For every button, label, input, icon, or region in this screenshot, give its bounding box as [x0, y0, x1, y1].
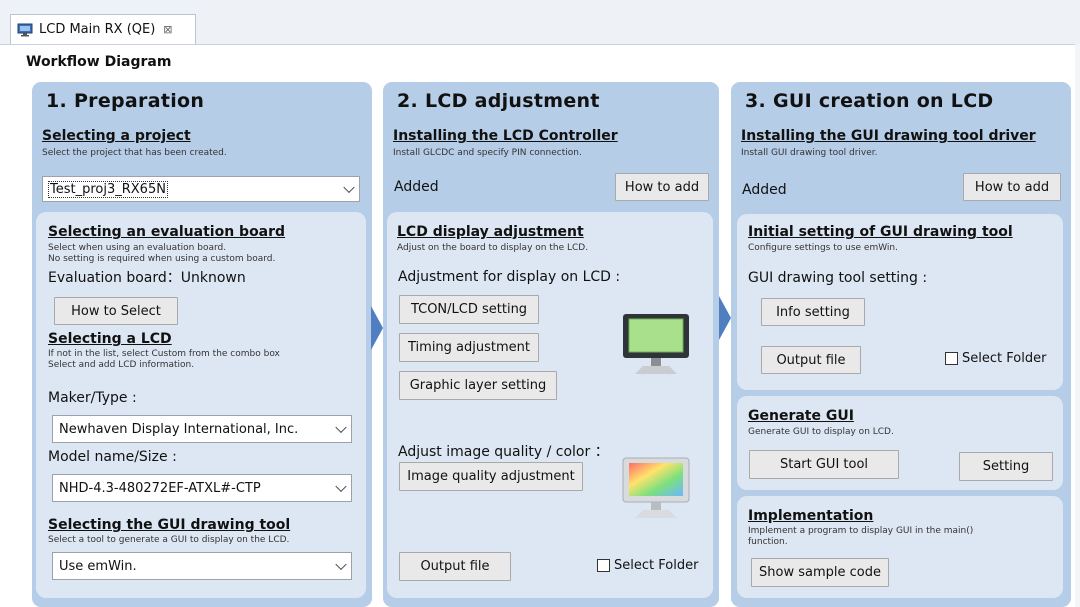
- close-icon[interactable]: ⊠: [163, 23, 172, 36]
- maker-type-label: Maker/Type :: [48, 390, 137, 406]
- desc-implementation-1: Implement a program to display GUI in th…: [748, 526, 974, 536]
- lcd-monitor-icon: [623, 314, 689, 374]
- panel-preparation: 1. Preparation Selecting a project Selec…: [32, 82, 372, 607]
- timing-adjustment-button[interactable]: Timing adjustment: [399, 333, 539, 362]
- gui-tool-combo[interactable]: Use emWin.: [52, 552, 352, 580]
- chevron-down-icon: [335, 558, 347, 571]
- generate-gui-box: Generate GUI Generate GUI to display on …: [737, 396, 1063, 490]
- model-size-combo[interactable]: NHD-4.3-480272EF-ATXL#-CTP: [52, 474, 352, 502]
- panel-title-lcd-adjustment: 2. LCD adjustment: [397, 90, 600, 112]
- select-folder-checkbox[interactable]: Select Folder: [945, 351, 1046, 366]
- checkbox-box: [597, 559, 610, 572]
- gui-tool-setting-label: GUI drawing tool setting :: [748, 270, 928, 286]
- desc-selecting-project: Select the project that has been created…: [42, 148, 227, 158]
- output-file-button[interactable]: Output file: [399, 552, 511, 581]
- setting-button[interactable]: Setting: [959, 452, 1053, 481]
- model-size-label: Model name/Size :: [48, 449, 177, 465]
- select-folder-label: Select Folder: [614, 558, 699, 573]
- model-size-value: NHD-4.3-480272EF-ATXL#-CTP: [59, 480, 261, 496]
- board-status-label: Evaluation board：: [48, 270, 181, 286]
- desc-lcd-2: Select and add LCD information.: [48, 360, 195, 370]
- project-combo[interactable]: Test_proj3_RX65N: [42, 176, 360, 202]
- panel-title-preparation: 1. Preparation: [46, 90, 205, 112]
- select-folder-label: Select Folder: [962, 351, 1047, 366]
- panel-title-gui-creation: 3. GUI creation on LCD: [745, 90, 994, 112]
- tab-lcd-main[interactable]: LCD Main RX (QE) ⊠: [10, 14, 196, 44]
- heading-initial-setting: Initial setting of GUI drawing tool: [748, 224, 1013, 240]
- how-to-select-button[interactable]: How to Select: [54, 297, 178, 325]
- flow-arrow-icon: [371, 306, 383, 350]
- scrollbar[interactable]: [1075, 44, 1080, 607]
- info-setting-button[interactable]: Info setting: [761, 298, 865, 326]
- controller-status: Added: [394, 179, 439, 195]
- how-to-add-driver-button[interactable]: How to add: [963, 173, 1061, 201]
- desc-installing-gui-driver: Install GUI drawing tool driver.: [741, 148, 878, 158]
- board-status-value: Unknown: [180, 270, 246, 286]
- tcon-lcd-setting-button[interactable]: TCON/LCD setting: [399, 295, 539, 324]
- output-file-button[interactable]: Output file: [761, 346, 861, 374]
- color-monitor-icon: [622, 457, 690, 518]
- chevron-down-icon: [343, 181, 355, 194]
- implementation-box: Implementation Implement a program to di…: [737, 496, 1063, 598]
- workflow-diagram-label: Workflow Diagram: [26, 54, 172, 70]
- tab-title: LCD Main RX (QE): [39, 22, 156, 37]
- desc-implementation-2: function.: [748, 537, 788, 547]
- desc-board-1: Select when using an evaluation board.: [48, 243, 227, 253]
- driver-status: Added: [742, 182, 787, 198]
- editor-tab-bar: LCD Main RX (QE) ⊠: [0, 0, 1080, 45]
- heading-lcd-display-adjustment: LCD display adjustment: [397, 224, 584, 240]
- quality-label: Adjust image quality / color ：: [398, 444, 609, 460]
- desc-lcd-display-adjustment: Adjust on the board to display on the LC…: [397, 243, 589, 253]
- desc-installing-lcd-controller: Install GLCDC and specify PIN connection…: [393, 148, 582, 158]
- maker-type-value: Newhaven Display International, Inc.: [59, 421, 299, 437]
- checkbox-box: [945, 352, 958, 365]
- flow-arrow-icon: [719, 296, 731, 340]
- panel-gui-creation: 3. GUI creation on LCD Installing the GU…: [731, 82, 1071, 607]
- desc-generate-gui: Generate GUI to display on LCD.: [748, 427, 894, 437]
- heading-selecting-lcd: Selecting a LCD: [48, 331, 172, 347]
- maker-type-combo[interactable]: Newhaven Display International, Inc.: [52, 415, 352, 443]
- desc-gui-tool: Select a tool to generate a GUI to displ…: [48, 535, 290, 545]
- panel-lcd-adjustment: 2. LCD adjustment Installing the LCD Con…: [383, 82, 719, 607]
- board-status: Evaluation board：Unknown: [48, 267, 246, 287]
- select-folder-checkbox[interactable]: Select Folder: [597, 558, 698, 573]
- heading-implementation: Implementation: [748, 508, 874, 524]
- graphic-layer-setting-button[interactable]: Graphic layer setting: [399, 371, 557, 400]
- desc-lcd-1: If not in the list, select Custom from t…: [48, 349, 280, 359]
- desc-board-2: No setting is required when using a cust…: [48, 254, 276, 264]
- heading-selecting-board: Selecting an evaluation board: [48, 224, 286, 240]
- lcd-display-inner-box: LCD display adjustment Adjust on the boa…: [387, 212, 713, 598]
- heading-selecting-gui-tool: Selecting the GUI drawing tool: [48, 517, 291, 533]
- start-gui-tool-button[interactable]: Start GUI tool: [749, 450, 899, 479]
- monitor-icon: [17, 23, 33, 36]
- gui-tool-value: Use emWin.: [59, 558, 137, 574]
- image-quality-adjustment-button[interactable]: Image quality adjustment: [399, 462, 583, 491]
- chevron-down-icon: [335, 480, 347, 493]
- chevron-down-icon: [335, 421, 347, 434]
- heading-installing-lcd-controller: Installing the LCD Controller: [393, 128, 618, 144]
- heading-selecting-project: Selecting a project: [42, 128, 191, 144]
- preparation-inner-box: Selecting an evaluation board Select whe…: [36, 212, 366, 598]
- how-to-add-controller-button[interactable]: How to add: [615, 173, 709, 201]
- initial-setting-box: Initial setting of GUI drawing tool Conf…: [737, 214, 1063, 390]
- show-sample-code-button[interactable]: Show sample code: [751, 558, 889, 587]
- adjustment-label: Adjustment for display on LCD :: [398, 269, 621, 285]
- project-combo-value: Test_proj3_RX65N: [48, 180, 168, 198]
- desc-initial-setting: Configure settings to use emWin.: [748, 243, 898, 253]
- heading-generate-gui: Generate GUI: [748, 408, 854, 424]
- heading-installing-gui-driver: Installing the GUI drawing tool driver: [741, 128, 1036, 144]
